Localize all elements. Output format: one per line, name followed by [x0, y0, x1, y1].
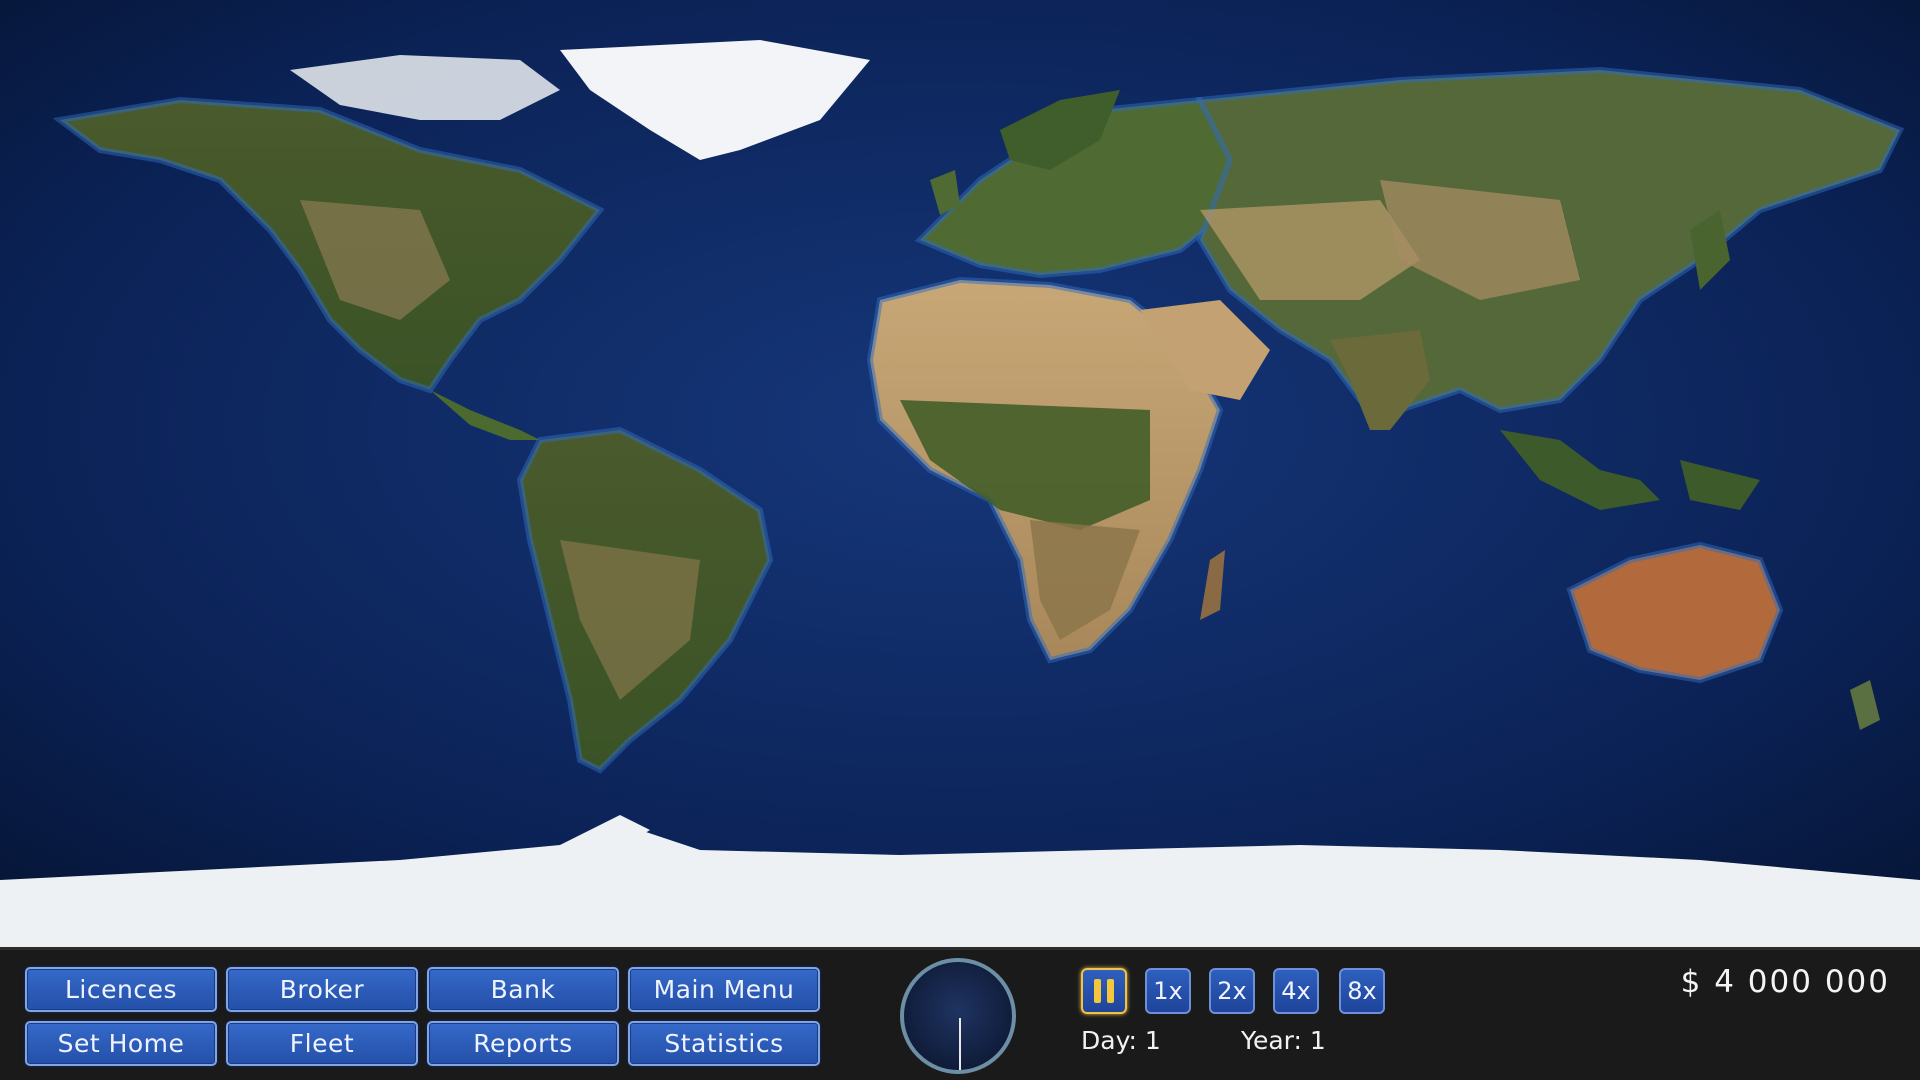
pause-button[interactable]: [1081, 968, 1127, 1014]
speed-2x-button[interactable]: 2x: [1209, 968, 1255, 1014]
clock-hand: [959, 1018, 961, 1070]
bottom-control-bar: Licences Broker Bank Main Menu Set Home …: [0, 947, 1920, 1080]
fleet-button[interactable]: Fleet: [226, 1021, 418, 1066]
year-counter: Year: 1: [1241, 1026, 1326, 1055]
clock-dial: [900, 958, 1016, 1074]
day-counter: Day: 1: [1081, 1026, 1161, 1055]
set-home-button[interactable]: Set Home: [25, 1021, 217, 1066]
pause-icon: [1094, 979, 1114, 1003]
speed-4x-button[interactable]: 4x: [1273, 968, 1319, 1014]
money-balance: $ 4 000 000: [1681, 964, 1890, 1000]
bank-button[interactable]: Bank: [427, 967, 619, 1012]
main-menu-button[interactable]: Main Menu: [628, 967, 820, 1012]
broker-button[interactable]: Broker: [226, 967, 418, 1012]
reports-button[interactable]: Reports: [427, 1021, 619, 1066]
world-map-graphic: [0, 0, 1920, 947]
speed-8x-button[interactable]: 8x: [1339, 968, 1385, 1014]
statistics-button[interactable]: Statistics: [628, 1021, 820, 1066]
speed-1x-button[interactable]: 1x: [1145, 968, 1191, 1014]
licences-button[interactable]: Licences: [25, 967, 217, 1012]
world-map[interactable]: [0, 0, 1920, 947]
